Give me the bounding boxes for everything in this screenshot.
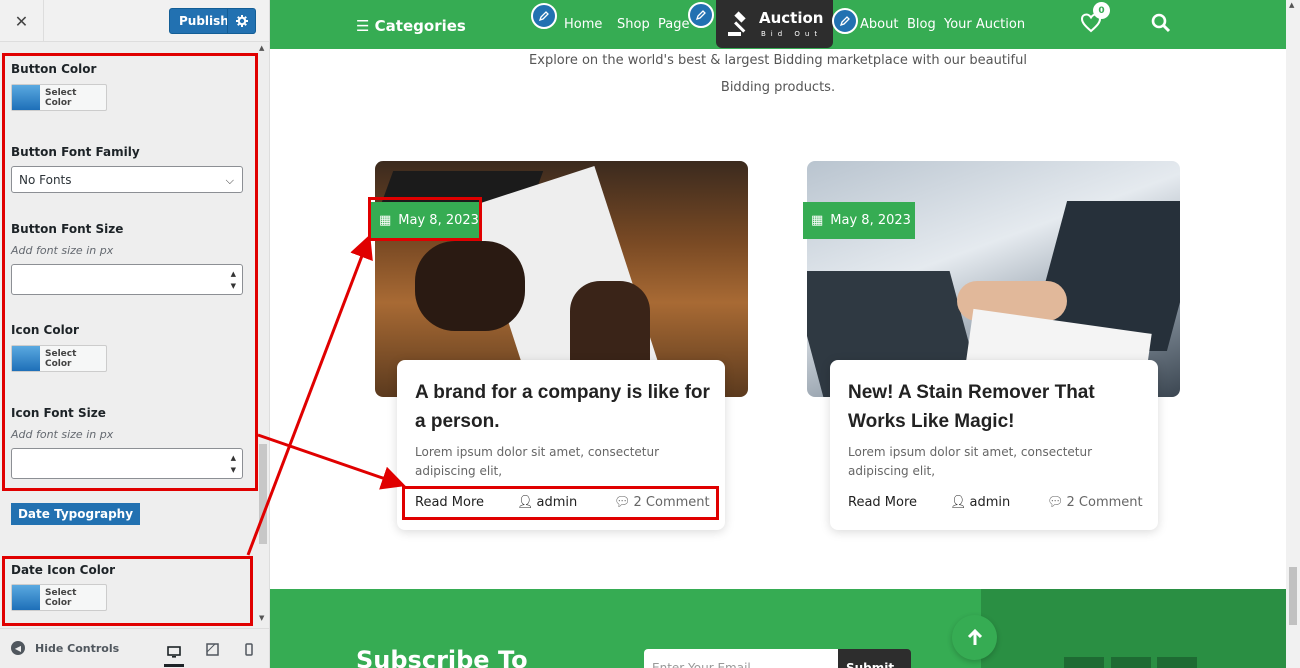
scrollbar-thumb[interactable]: [1289, 567, 1297, 625]
annotation-arrows: [246, 234, 406, 556]
arrow-to-date: [246, 234, 373, 556]
scroll-up-icon[interactable]: ▲: [1289, 1, 1294, 9]
back-to-top-button[interactable]: [952, 615, 997, 660]
page-scrollbar[interactable]: ▲: [1286, 0, 1300, 668]
arrow-up-icon: [967, 628, 982, 645]
